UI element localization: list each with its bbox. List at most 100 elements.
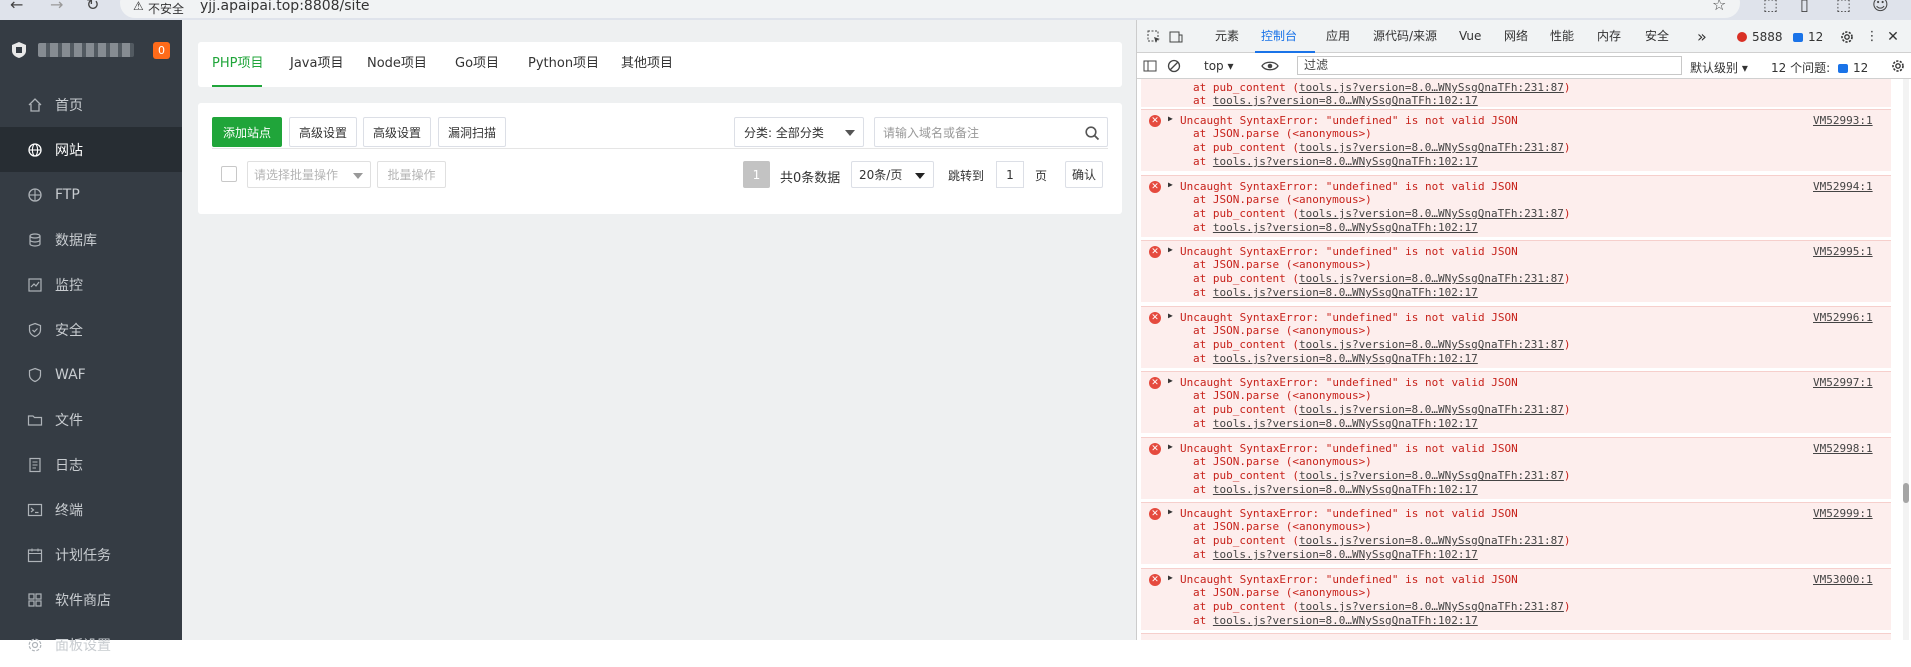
tab-elements[interactable]: 元素 <box>1215 20 1239 53</box>
console-error-row[interactable]: ✕ ▶ Uncaught SyntaxError: "undefined" is n… <box>1141 175 1891 237</box>
source-link[interactable]: tools.js?version=8.0…WNySsgQnaTFh:231:87 <box>1299 600 1564 613</box>
forward-icon[interactable]: → <box>50 0 63 14</box>
sidebar-item-store[interactable]: 软件商店 <box>0 577 182 622</box>
expand-triangle-icon[interactable]: ▶ <box>1168 376 1173 385</box>
vm-source-link[interactable]: VM52994:1 <box>1813 180 1873 193</box>
console-scrollbar[interactable] <box>1903 79 1909 640</box>
url-text[interactable]: yjj.apaipai.top:8808/site <box>200 0 370 14</box>
more-tabs-icon[interactable]: » <box>1697 20 1707 53</box>
sidebar-item-monitor[interactable]: 监控 <box>0 262 182 307</box>
console-error-row[interactable]: ✕ ▶ Uncaught SyntaxError: "undefined" is n… <box>1141 502 1891 564</box>
extensions-icon[interactable]: ⬚ <box>1763 0 1778 14</box>
sidebar-item-files[interactable]: 文件 <box>0 397 182 442</box>
tab-python[interactable]: Python项目 <box>528 42 599 87</box>
tab-security[interactable]: 安全 <box>1645 20 1669 53</box>
sidebar-toggle-icon[interactable] <box>1143 59 1157 73</box>
source-link[interactable]: tools.js?version=8.0…WNySsgQnaTFh:102:17 <box>1213 221 1478 234</box>
source-link[interactable]: tools.js?version=8.0…WNySsgQnaTFh:102:17 <box>1213 286 1478 299</box>
page-number-current[interactable]: 1 <box>743 161 770 188</box>
jump-confirm-button[interactable]: 确认 <box>1065 161 1103 188</box>
sidepanel-icon[interactable]: ▯ <box>1800 0 1809 14</box>
expand-triangle-icon[interactable]: ▶ <box>1168 573 1173 582</box>
close-icon[interactable]: ✕ <box>1886 30 1900 44</box>
search-icon[interactable] <box>1084 125 1100 141</box>
tab-java[interactable]: Java项目 <box>290 42 343 87</box>
tab-go[interactable]: Go项目 <box>455 42 499 87</box>
source-link[interactable]: tools.js?version=8.0…WNySsgQnaTFh:102:17 <box>1213 352 1478 365</box>
select-all-checkbox[interactable] <box>221 166 237 182</box>
console-filter-input[interactable]: 过滤 <box>1297 56 1682 75</box>
console-error-row[interactable]: ✕ ▶ Uncaught SyntaxError: "undefined" is n… <box>1141 371 1891 433</box>
downloads-icon[interactable]: ⬚ <box>1836 0 1851 14</box>
tab-memory[interactable]: 内存 <box>1597 20 1621 53</box>
inspect-element-icon[interactable] <box>1147 30 1161 44</box>
vm-source-link[interactable]: VM52998:1 <box>1813 442 1873 455</box>
star-icon[interactable]: ☆ <box>1712 0 1726 14</box>
source-link[interactable]: tools.js?version=8.0…WNySsgQnaTFh:102:17 <box>1213 94 1478 107</box>
vm-source-link[interactable]: VM52995:1 <box>1813 245 1873 258</box>
tab-vue[interactable]: Vue <box>1459 20 1481 53</box>
console-settings-icon[interactable] <box>1891 59 1905 73</box>
sidebar-item-panel-settings[interactable]: 面板设置 <box>0 622 182 667</box>
source-link[interactable]: tools.js?version=8.0…WNySsgQnaTFh:231:87 <box>1299 403 1564 416</box>
search-input[interactable]: 请输入域名或备注 <box>874 117 1108 147</box>
scrollbar-thumb[interactable] <box>1903 483 1909 503</box>
batch-operation-button[interactable]: 批量操作 <box>377 161 446 188</box>
eye-icon[interactable] <box>1261 59 1279 73</box>
tab-network[interactable]: 网络 <box>1504 20 1528 53</box>
advanced-settings-button-2[interactable]: 高级设置 <box>363 117 431 147</box>
context-select[interactable]: top ▾ <box>1204 59 1234 73</box>
vm-source-link[interactable]: VM52993:1 <box>1813 114 1873 127</box>
sidebar-item-website[interactable]: 网站 <box>0 127 182 172</box>
console-error-row[interactable]: ✕ ▶ Uncaught SyntaxError: "undefined" is n… <box>1141 437 1891 499</box>
profile-icon[interactable]: ☺ <box>1872 0 1889 14</box>
expand-triangle-icon[interactable]: ▶ <box>1168 245 1173 254</box>
expand-triangle-icon[interactable]: ▶ <box>1168 507 1173 516</box>
console-error-row[interactable]: ✕ ▶ Uncaught SyntaxError: "undefined" is n… <box>1141 109 1891 171</box>
expand-triangle-icon[interactable]: ▶ <box>1168 114 1173 123</box>
add-site-button[interactable]: 添加站点 <box>212 117 282 147</box>
source-link[interactable]: tools.js?version=8.0…WNySsgQnaTFh:231:87 <box>1299 141 1564 154</box>
category-select[interactable]: 分类: 全部分类 <box>734 117 864 147</box>
source-link[interactable]: tools.js?version=8.0…WNySsgQnaTFh:231:87 <box>1299 272 1564 285</box>
console-error-row[interactable]: ✕ ▶ Uncaught SyntaxError: "undefined" is n… <box>1141 306 1891 368</box>
issues-counter[interactable]: 12 个问题: 12 <box>1771 59 1868 76</box>
sidebar-item-logs[interactable]: 日志 <box>0 442 182 487</box>
vm-source-link[interactable]: VM52999:1 <box>1813 507 1873 520</box>
gear-icon[interactable] <box>1840 30 1854 44</box>
kebab-menu-icon[interactable]: ⋮ <box>1865 30 1879 44</box>
source-link[interactable]: tools.js?version=8.0…WNySsgQnaTFh:231:87 <box>1299 469 1564 482</box>
address-bar[interactable]: ⚠ 不安全 yjj.apaipai.top:8808/site <box>120 0 1740 18</box>
per-page-select[interactable]: 20条/页 <box>851 161 934 188</box>
sidebar-item-ftp[interactable]: FTP <box>0 172 182 217</box>
source-link[interactable]: tools.js?version=8.0…WNySsgQnaTFh:231:87 <box>1299 207 1564 220</box>
tab-node[interactable]: Node项目 <box>367 42 427 87</box>
source-link[interactable]: tools.js?version=8.0…WNySsgQnaTFh:102:17 <box>1213 483 1478 496</box>
notification-badge[interactable]: 0 <box>153 42 170 59</box>
expand-triangle-icon[interactable]: ▶ <box>1168 442 1173 451</box>
tab-performance[interactable]: 性能 <box>1550 20 1574 53</box>
source-link[interactable]: tools.js?version=8.0…WNySsgQnaTFh:102:17 <box>1213 548 1478 561</box>
log-level-select[interactable]: 默认级别 ▾ <box>1690 59 1748 76</box>
vuln-scan-button[interactable]: 漏洞扫描 <box>438 117 506 147</box>
reload-icon[interactable]: ↻ <box>86 0 99 14</box>
vm-source-link[interactable]: VM53000:1 <box>1813 573 1873 586</box>
tab-sources[interactable]: 源代码/来源 <box>1373 20 1437 53</box>
source-link[interactable]: tools.js?version=8.0…WNySsgQnaTFh:102:17 <box>1213 155 1478 168</box>
sidebar-item-home[interactable]: 首页 <box>0 82 182 127</box>
advanced-settings-button[interactable]: 高级设置 <box>289 117 357 147</box>
vm-source-link[interactable]: VM52997:1 <box>1813 376 1873 389</box>
security-label[interactable]: 不安全 <box>148 0 184 17</box>
clear-console-icon[interactable] <box>1167 59 1181 73</box>
vm-source-link[interactable]: VM52996:1 <box>1813 311 1873 324</box>
source-link[interactable]: tools.js?version=8.0…WNySsgQnaTFh:231:87 <box>1299 81 1564 94</box>
console-error-row[interactable]: ✕ ▶ Uncaught SyntaxError: "undefined" is n… <box>1141 240 1891 302</box>
back-icon[interactable]: ← <box>10 0 23 14</box>
source-link[interactable]: tools.js?version=8.0…WNySsgQnaTFh:231:87 <box>1299 534 1564 547</box>
device-toolbar-icon[interactable] <box>1169 30 1183 44</box>
error-counter[interactable]: 5888 <box>1737 30 1783 44</box>
tab-php[interactable]: PHP项目 <box>212 42 263 87</box>
message-counter[interactable]: 12 <box>1793 30 1823 44</box>
expand-triangle-icon[interactable]: ▶ <box>1168 311 1173 320</box>
source-link[interactable]: tools.js?version=8.0…WNySsgQnaTFh:231:87 <box>1299 338 1564 351</box>
